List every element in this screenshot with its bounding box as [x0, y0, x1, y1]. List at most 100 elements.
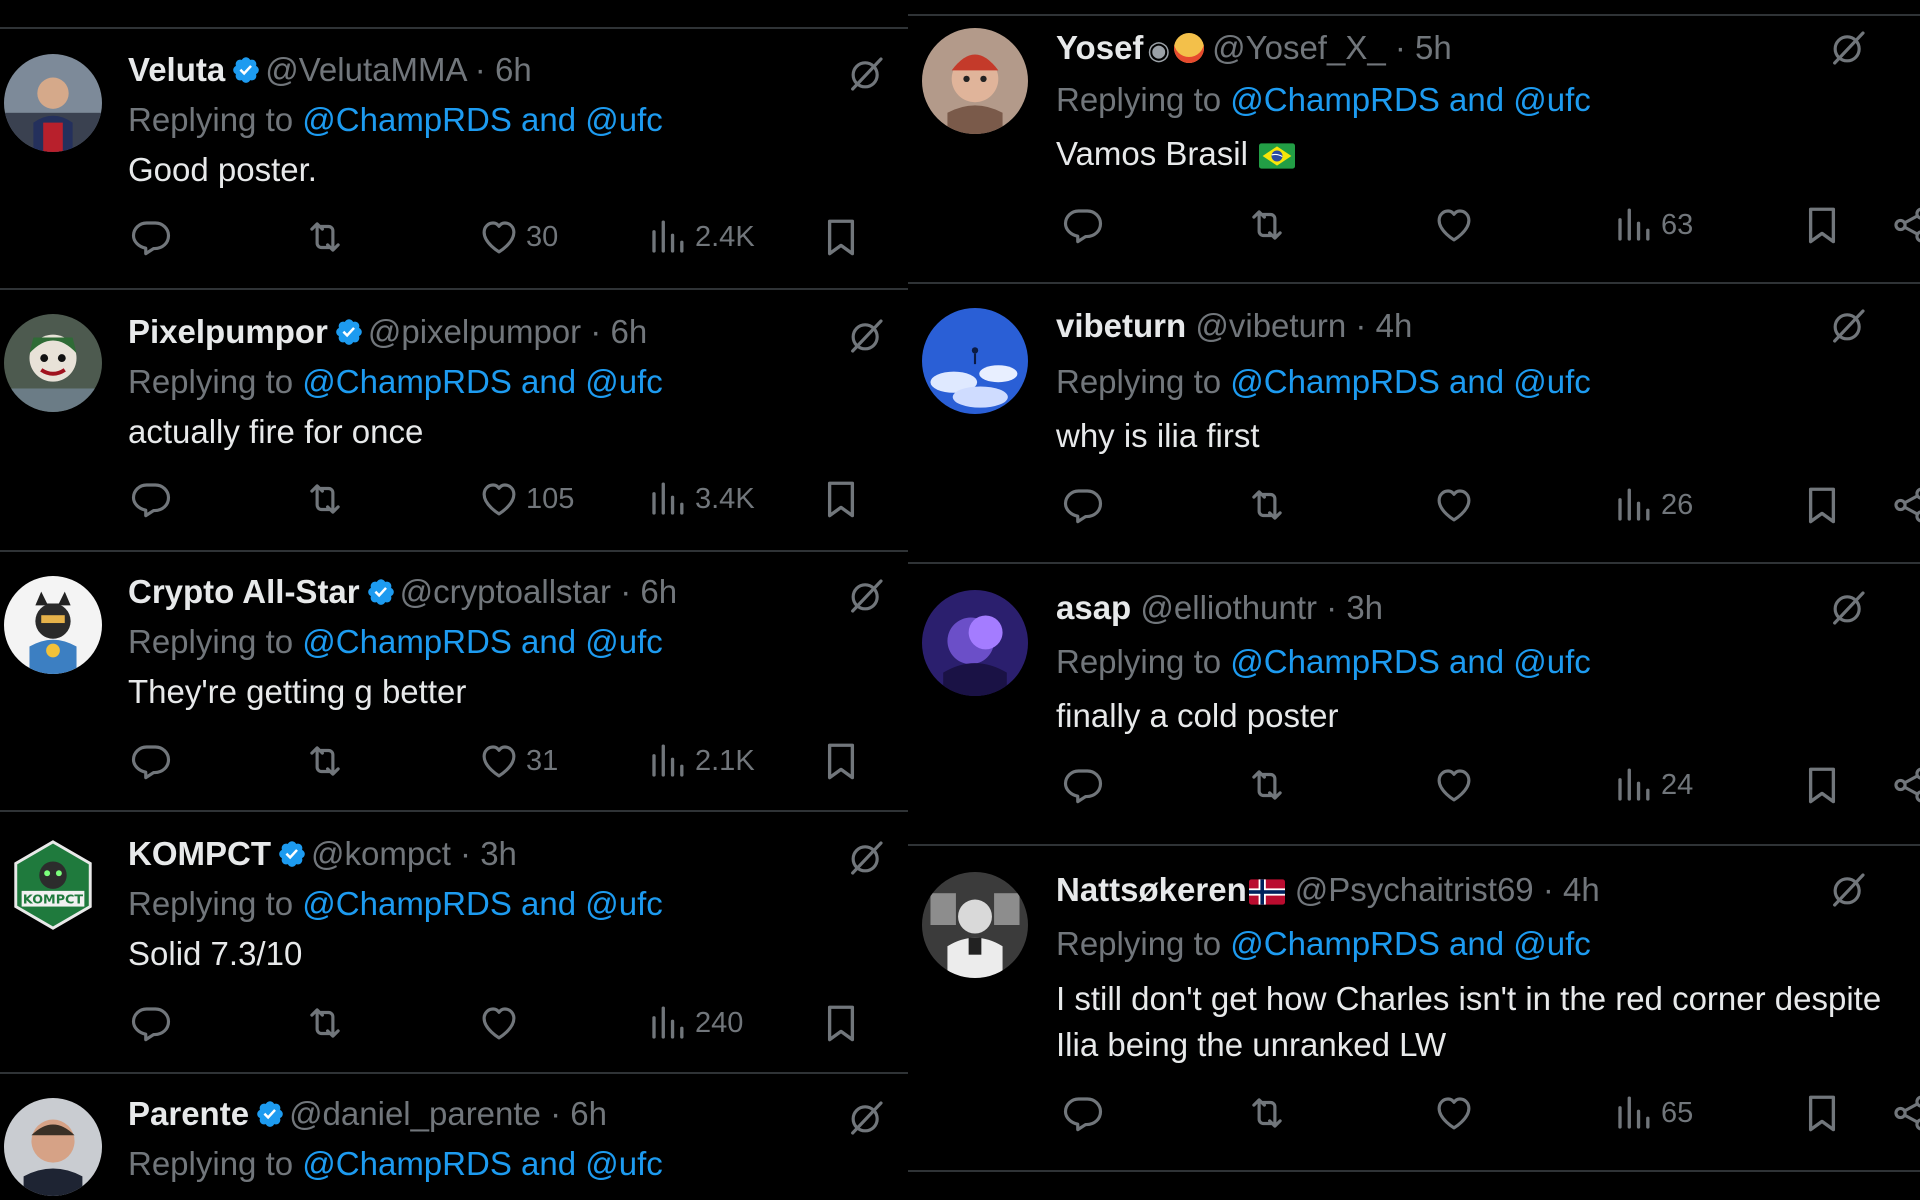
replying-to-link[interactable]: @ChampRDS and @ufc — [1230, 363, 1590, 400]
timestamp[interactable]: 6h — [610, 313, 647, 350]
views-button[interactable]: 2.4K — [647, 216, 755, 258]
retweet-button[interactable] — [1246, 1092, 1288, 1134]
reply-button[interactable] — [1062, 764, 1104, 806]
avatar[interactable] — [922, 28, 1028, 134]
share-button[interactable] — [1890, 204, 1920, 246]
reply-button[interactable] — [1062, 1092, 1104, 1134]
user-handle[interactable]: @pixelpumpor — [368, 313, 581, 350]
views-button[interactable]: 26 — [1613, 484, 1693, 526]
views-button[interactable]: 63 — [1613, 204, 1693, 246]
bookmark-button[interactable] — [1801, 764, 1843, 806]
avatar[interactable] — [4, 54, 102, 152]
avatar[interactable] — [4, 576, 102, 674]
display-name[interactable]: Yosef — [1056, 29, 1143, 66]
views-button[interactable]: 65 — [1613, 1092, 1693, 1134]
bookmark-button[interactable] — [820, 216, 862, 258]
reply-button[interactable] — [130, 478, 172, 520]
like-button[interactable] — [1433, 1092, 1475, 1134]
avatar[interactable] — [922, 590, 1028, 696]
bookmark-button[interactable] — [820, 740, 862, 782]
display-name[interactable]: Veluta — [128, 51, 225, 88]
like-button[interactable] — [1433, 204, 1475, 246]
timestamp[interactable]: 6h — [640, 573, 677, 610]
bookmark-button[interactable] — [820, 478, 862, 520]
like-button[interactable] — [478, 1002, 526, 1044]
timestamp[interactable]: 6h — [495, 51, 532, 88]
user-handle[interactable]: @daniel_parente — [289, 1095, 541, 1132]
avatar[interactable] — [922, 308, 1028, 414]
user-handle[interactable]: @elliothuntr — [1140, 589, 1317, 626]
display-name[interactable]: Crypto All-Star — [128, 573, 360, 610]
display-name[interactable]: Parente — [128, 1095, 249, 1132]
reply-tweet[interactable]: Pixelpumpor @pixelpumpor · 6h Replying to… — [0, 290, 908, 550]
timestamp[interactable]: 3h — [1346, 589, 1383, 626]
reply-button[interactable] — [1062, 204, 1104, 246]
reply-button[interactable] — [130, 740, 172, 782]
user-handle[interactable]: @vibeturn — [1195, 307, 1346, 344]
grok-icon[interactable] — [1828, 870, 1868, 910]
timestamp[interactable]: 4h — [1563, 871, 1600, 908]
reply-tweet[interactable]: Veluta @VelutaMMA · 6h Replying to @Champ… — [0, 30, 908, 288]
grok-icon[interactable] — [1828, 28, 1868, 68]
replying-to-link[interactable]: @ChampRDS and @ufc — [302, 885, 662, 922]
bookmark-button[interactable] — [1801, 484, 1843, 526]
avatar[interactable] — [922, 872, 1028, 978]
like-button[interactable] — [1433, 764, 1475, 806]
retweet-button[interactable] — [1246, 764, 1288, 806]
reply-tweet[interactable]: vibeturn @vibeturn · 4h Replying to @Cha… — [908, 284, 1920, 562]
bookmark-button[interactable] — [1801, 204, 1843, 246]
views-button[interactable]: 2.1K — [647, 740, 755, 782]
bookmark-button[interactable] — [1801, 1092, 1843, 1134]
display-name[interactable]: Nattsøkeren — [1056, 871, 1247, 908]
grok-icon[interactable] — [1828, 588, 1868, 628]
grok-icon[interactable] — [846, 576, 886, 616]
user-handle[interactable]: @Yosef_X_ — [1212, 29, 1386, 66]
share-button[interactable] — [1890, 1092, 1920, 1134]
reply-tweet[interactable]: Nattsøkeren @Psychaitrist69 · 4h Replying… — [908, 846, 1920, 1168]
replying-to-link[interactable]: @ChampRDS and @ufc — [302, 1145, 662, 1182]
user-handle[interactable]: @VelutaMMA — [265, 51, 465, 88]
like-button[interactable] — [1433, 484, 1475, 526]
reply-button[interactable] — [130, 216, 172, 258]
retweet-button[interactable] — [304, 1002, 346, 1044]
replying-to-link[interactable]: @ChampRDS and @ufc — [302, 363, 662, 400]
grok-icon[interactable] — [846, 1098, 886, 1138]
display-name[interactable]: vibeturn — [1056, 307, 1186, 344]
grok-icon[interactable] — [846, 838, 886, 878]
like-button[interactable]: 30 — [478, 216, 558, 258]
timestamp[interactable]: 5h — [1415, 29, 1452, 66]
user-handle[interactable]: @Psychaitrist69 — [1295, 871, 1534, 908]
reply-tweet[interactable]: KOMPCT KOMPCT @kompct · 3h Replying to @C… — [0, 812, 908, 1072]
reply-tweet[interactable]: Yosef ◉ @Yosef_X_ · 5h Replying to @ChampR… — [908, 16, 1920, 282]
timestamp[interactable]: 6h — [570, 1095, 607, 1132]
timestamp[interactable]: 3h — [480, 835, 517, 872]
reply-tweet[interactable]: Crypto All-Star @cryptoallstar · 6h Reply… — [0, 552, 908, 810]
avatar[interactable] — [4, 1098, 102, 1196]
grok-icon[interactable] — [846, 316, 886, 356]
avatar[interactable]: KOMPCT — [4, 836, 102, 934]
views-button[interactable]: 24 — [1613, 764, 1693, 806]
views-button[interactable]: 240 — [647, 1002, 743, 1044]
retweet-button[interactable] — [304, 478, 346, 520]
retweet-button[interactable] — [1246, 484, 1288, 526]
display-name[interactable]: asap — [1056, 589, 1131, 626]
replying-to-link[interactable]: @ChampRDS and @ufc — [302, 623, 662, 660]
share-button[interactable] — [1890, 484, 1920, 526]
replying-to-link[interactable]: @ChampRDS and @ufc — [302, 101, 662, 138]
avatar[interactable] — [4, 314, 102, 412]
display-name[interactable]: Pixelpumpor — [128, 313, 328, 350]
user-handle[interactable]: @kompct — [311, 835, 451, 872]
display-name[interactable]: KOMPCT — [128, 835, 271, 872]
share-button[interactable] — [1890, 764, 1920, 806]
grok-icon[interactable] — [1828, 306, 1868, 346]
like-button[interactable]: 31 — [478, 740, 558, 782]
views-button[interactable]: 3.4K — [647, 478, 755, 520]
reply-tweet[interactable]: asap @elliothuntr · 3h Replying to @Cham… — [908, 564, 1920, 844]
like-button[interactable]: 105 — [478, 478, 574, 520]
retweet-button[interactable] — [1246, 204, 1288, 246]
reply-button[interactable] — [1062, 484, 1104, 526]
reply-tweet[interactable]: Parente @daniel_parente · 6h Replying to … — [0, 1074, 908, 1200]
grok-icon[interactable] — [846, 54, 886, 94]
timestamp[interactable]: 4h — [1376, 307, 1413, 344]
reply-button[interactable] — [130, 1002, 172, 1044]
